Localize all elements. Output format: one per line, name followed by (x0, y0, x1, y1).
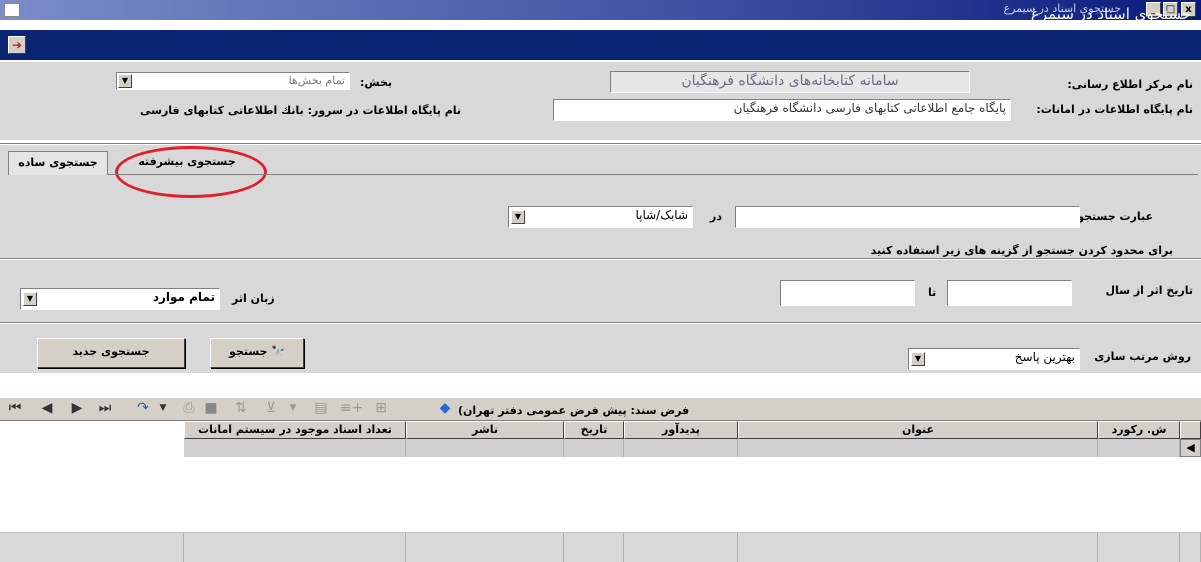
cube-icon: ◆ (439, 400, 451, 416)
search-button-label: جستجو (229, 345, 268, 358)
grid-cell[interactable] (624, 439, 738, 457)
app-icon (4, 3, 20, 17)
chevron-down-icon[interactable]: ▼ (23, 292, 37, 306)
grid-cell[interactable] (406, 439, 564, 457)
grid-cell[interactable] (184, 439, 406, 457)
highlight-circle (115, 146, 267, 198)
grid-cell[interactable] (738, 439, 1098, 457)
sort-label: روش مرتب سازی (1094, 350, 1191, 363)
grid-cell[interactable] (1098, 439, 1180, 457)
chevron-down-icon[interactable]: ▼ (154, 400, 172, 416)
view-icon[interactable]: ▤ (312, 400, 330, 416)
search-button[interactable]: جستجو 🔭 (210, 338, 304, 368)
columns-icon[interactable]: ⊞ (372, 400, 390, 416)
grid-column-header[interactable]: تعداد اسناد موجود در سیستم امانات (184, 421, 406, 439)
db-field: پایگاه جامع اطلاعاتی کتابهای فارسی دانشگ… (553, 99, 1011, 121)
previous-record-icon[interactable]: ◀ (38, 400, 56, 416)
export-icon[interactable]: ⇅ (232, 400, 250, 416)
grid-column-header[interactable]: ش. رکورد (1098, 421, 1180, 439)
new-search-button[interactable]: جستجوی جدید (37, 338, 185, 368)
sort-select[interactable]: بهترین پاسخ (908, 348, 1080, 370)
save-icon[interactable]: ■ (202, 400, 220, 416)
grid-footer-cell (738, 532, 1098, 562)
divider (0, 322, 1201, 324)
search-field-select[interactable]: شابک/شاپا (508, 206, 693, 228)
chevron-down-icon[interactable]: ▼ (511, 210, 525, 224)
header-bar (0, 30, 1201, 60)
chevron-down-icon[interactable]: ▼ (911, 352, 925, 366)
date-from-label: تاریخ اثر از سال (1105, 284, 1193, 297)
section-label: بخش: (360, 76, 393, 89)
grid-column-header[interactable]: عنوان (738, 421, 1098, 439)
divider (0, 143, 1201, 145)
last-record-icon[interactable]: ⏭ (96, 400, 114, 416)
grid-column-header[interactable]: ناشر (406, 421, 564, 439)
language-select[interactable]: تمام موارد (20, 288, 220, 310)
server-db-value: بانك اطلاعاتی کتابهای فارسی (140, 104, 304, 117)
exit-door-icon[interactable]: ➔ (8, 36, 26, 54)
grid-cell[interactable] (564, 439, 624, 457)
server-db-line: نام پایگاه اطلاعات در سرور: بانك اطلاعات… (140, 104, 461, 117)
language-label: زبان اثر (232, 292, 275, 305)
grid-corner (1180, 421, 1201, 439)
query-label: عبارت جستجو (1077, 210, 1153, 223)
grid-footer-cell (184, 532, 406, 562)
date-to-label: تا (928, 286, 937, 299)
chevron-down-icon[interactable]: ▼ (118, 74, 132, 88)
next-record-icon[interactable]: ▶ (68, 400, 86, 416)
center-field: سامانه کتابخانه‌های دانشگاه فرهنگیان (610, 71, 970, 93)
center-label: نام مرکز اطلاع رسانی: (1067, 78, 1193, 91)
date-to-input[interactable] (780, 280, 915, 306)
grid-footer-cell (1180, 532, 1201, 562)
row-selector-icon[interactable]: ◀ (1180, 439, 1201, 457)
chevron-down-icon[interactable]: ▼ (284, 400, 302, 416)
grid-footer-cell (564, 532, 624, 562)
print-icon[interactable]: ⎙ (180, 400, 198, 416)
refresh-icon[interactable]: ↷ (134, 400, 152, 416)
default-doc-label: فرض سند: پیش فرض عمومی دفتر تهران) (458, 404, 690, 417)
search-input[interactable] (735, 206, 1080, 228)
filter-icon[interactable]: ⊻ (262, 400, 280, 416)
grid-footer-cell (624, 532, 738, 562)
db-label: نام پایگاه اطلاعات در امانات: (1036, 103, 1193, 116)
grid-column-header[interactable]: پدیدآور (624, 421, 738, 439)
server-db-label: نام پایگاه اطلاعات در سرور: (307, 104, 462, 117)
divider (0, 258, 1201, 260)
grid-footer-cell (1098, 532, 1180, 562)
tab-underline (108, 174, 1198, 175)
section-field[interactable]: تمام بخش‌ها (116, 72, 350, 90)
first-record-icon[interactable]: ⏮ (6, 400, 24, 416)
binoculars-icon: 🔭 (271, 345, 285, 358)
in-label: در (710, 210, 722, 223)
add-icon[interactable]: ≡+ (340, 400, 363, 416)
grid-footer-cell (0, 532, 184, 562)
tab-simple-search[interactable]: جستجوی ساده (8, 151, 108, 175)
limit-note: برای محدود کردن جستجو از گزینه های زیر ا… (870, 244, 1173, 257)
grid-footer-cell (406, 532, 564, 562)
date-from-input[interactable] (947, 280, 1072, 306)
page-title: جستجوي اسناد در سيمرغ (1030, 5, 1191, 23)
grid-column-header[interactable]: تاریخ (564, 421, 624, 439)
